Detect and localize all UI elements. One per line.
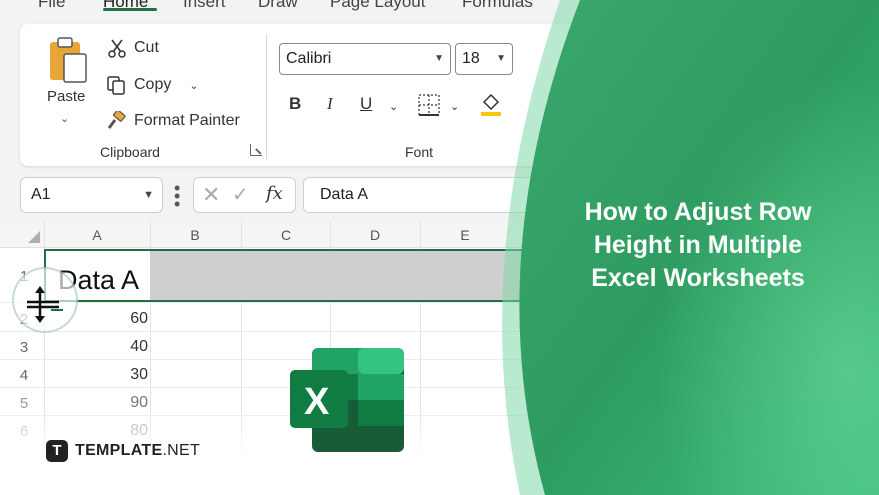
copy-icon: [107, 76, 125, 95]
font-name-value: Calibri: [286, 50, 332, 67]
headline-line-3: Excel Worksheets: [591, 264, 805, 292]
check-icon[interactable]: ✓: [232, 182, 249, 207]
tab-draw[interactable]: Draw: [258, 0, 298, 12]
paste-dropdown-icon[interactable]: ⌄: [60, 112, 69, 125]
cut-button[interactable]: Cut: [108, 38, 159, 58]
chevron-down-icon: ▼: [496, 53, 506, 64]
clipboard-icon: [50, 37, 87, 83]
column-header-e[interactable]: E: [420, 227, 510, 243]
italic-button[interactable]: I: [327, 94, 333, 114]
formula-value: Data A: [320, 186, 369, 203]
font-size-select[interactable]: 18 ▼: [455, 43, 513, 75]
name-box[interactable]: A1 ▼: [20, 177, 163, 213]
insert-function-icon[interactable]: fx: [266, 183, 283, 204]
clipboard-dialog-launcher-icon[interactable]: [250, 144, 262, 156]
active-tab-indicator: [103, 8, 157, 11]
tab-formulas[interactable]: Formulas: [462, 0, 533, 12]
cell-a3[interactable]: 40: [48, 338, 148, 356]
gridline: [0, 387, 879, 388]
fill-color-button[interactable]: [480, 92, 502, 121]
row-header-3[interactable]: 3: [14, 339, 34, 356]
font-size-value: 18: [462, 50, 480, 67]
headline-line-2: Height in Multiple: [593, 231, 803, 259]
tab-file[interactable]: File: [38, 0, 65, 12]
gridline: [0, 302, 879, 303]
column-header-b[interactable]: B: [150, 227, 240, 243]
tab-insert[interactable]: Insert: [183, 0, 226, 12]
font-group-label: Font: [405, 144, 434, 160]
brand-name: TEMPLATE.NET: [75, 442, 200, 460]
font-name-select[interactable]: Calibri ▼: [279, 43, 451, 75]
formula-controls: ✕ ✓ fx: [193, 177, 296, 213]
gridline: [0, 331, 879, 332]
column-header-c[interactable]: C: [241, 227, 331, 243]
copy-button[interactable]: Copy ⌄: [106, 75, 199, 95]
ribbon: Paste ⌄ Cut Copy ⌄ Format Painter Clipbo…: [20, 24, 720, 166]
row-resize-cursor-icon: [27, 286, 63, 323]
borders-button[interactable]: [418, 94, 440, 121]
scissors-icon: [108, 39, 126, 58]
chevron-down-icon: ▼: [143, 189, 154, 201]
template-logo-icon: T: [46, 440, 68, 462]
name-box-value: A1: [31, 186, 51, 203]
gridline: [0, 359, 879, 360]
brand-name-suffix: .NET: [162, 442, 201, 459]
excel-logo-letter: X: [304, 381, 330, 423]
group-divider: [266, 34, 267, 159]
paintbrush-icon: [107, 111, 126, 129]
column-header-d[interactable]: D: [330, 227, 420, 243]
copy-dropdown-icon[interactable]: ⌄: [189, 79, 198, 92]
underline-dropdown-icon[interactable]: ⌄: [389, 100, 398, 113]
format-painter-button[interactable]: Format Painter: [106, 111, 240, 131]
clipboard-group-label: Clipboard: [100, 144, 160, 160]
select-all-icon[interactable]: [28, 231, 40, 243]
row-header-4[interactable]: 4: [14, 367, 34, 384]
menu-tabs: File Home Insert Draw Page Layout Formul…: [0, 0, 600, 16]
more-options-icon[interactable]: • • •: [174, 179, 180, 213]
underline-button[interactable]: U: [360, 94, 372, 114]
borders-icon: [418, 94, 440, 116]
cancel-icon[interactable]: ✕: [202, 182, 220, 208]
paint-bucket-icon: [481, 93, 501, 116]
paste-label: Paste: [47, 88, 86, 105]
brand-name-bold: TEMPLATE: [75, 442, 163, 459]
bold-button[interactable]: B: [289, 94, 301, 114]
chevron-down-icon: ▼: [434, 53, 444, 64]
borders-dropdown-icon[interactable]: ⌄: [450, 100, 459, 113]
cut-label: Cut: [134, 39, 159, 56]
headline-line-1: How to Adjust Row: [584, 198, 812, 226]
brand-logo: T TEMPLATE.NET: [46, 440, 200, 462]
paste-button[interactable]: [46, 36, 90, 91]
headline: How to Adjust Row Height in Multiple Exc…: [538, 196, 858, 295]
cell-a4[interactable]: 30: [48, 366, 148, 384]
excel-logo: X: [290, 348, 408, 459]
column-header-a[interactable]: A: [52, 227, 142, 243]
copy-label: Copy: [134, 76, 172, 93]
tab-page-layout[interactable]: Page Layout: [330, 0, 425, 12]
format-painter-label: Format Painter: [134, 112, 240, 129]
